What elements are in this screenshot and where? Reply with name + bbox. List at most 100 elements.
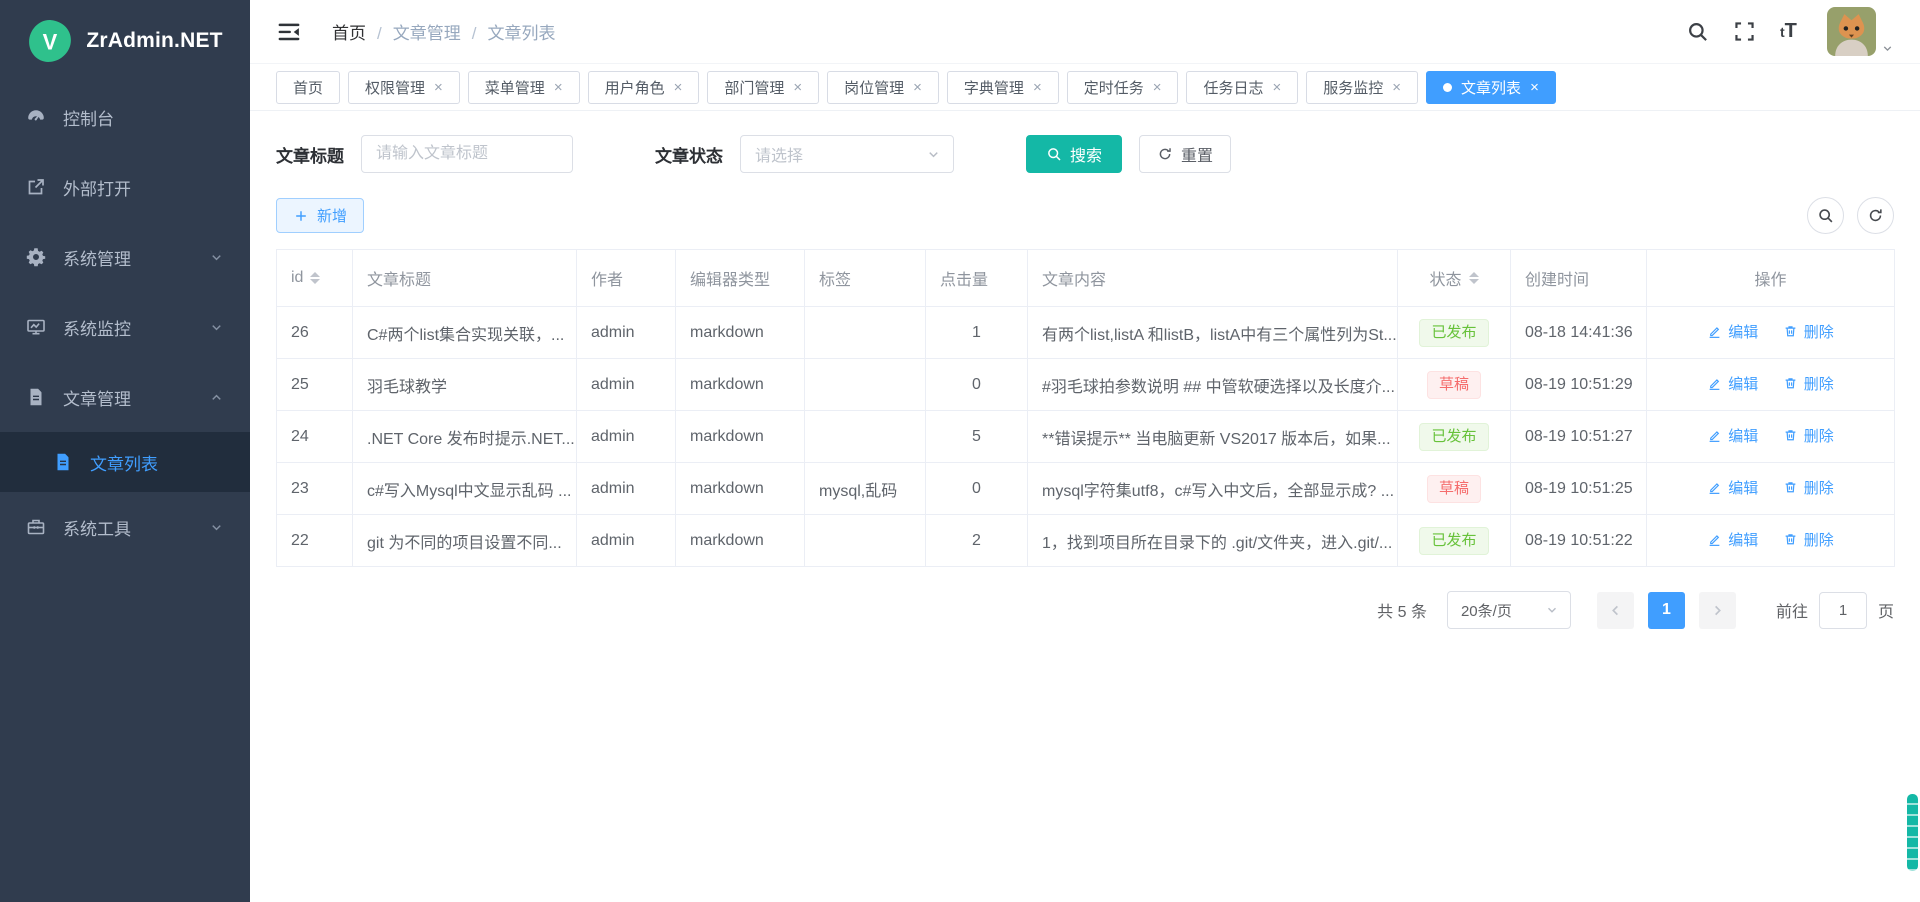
reset-button[interactable]: 重置 bbox=[1139, 135, 1231, 173]
goto-label: 前往 bbox=[1776, 598, 1808, 622]
user-menu[interactable] bbox=[1827, 7, 1894, 56]
close-icon[interactable] bbox=[674, 80, 683, 95]
tab-label: 首页 bbox=[293, 77, 323, 98]
cell-editor-type: markdown bbox=[676, 307, 805, 359]
close-icon[interactable] bbox=[1530, 80, 1539, 95]
delete-button[interactable]: 删除 bbox=[1783, 425, 1834, 446]
sort-carets-icon[interactable] bbox=[1469, 272, 1479, 284]
prev-page-button[interactable] bbox=[1597, 592, 1634, 629]
close-icon[interactable] bbox=[1273, 80, 1282, 95]
cell-editor-type: markdown bbox=[676, 515, 805, 567]
main-area: 首页 文章管理 文章列表 tT 首页 bbox=[250, 0, 1920, 902]
column-header: 状态 bbox=[1398, 250, 1511, 307]
tab[interactable]: 用户角色 bbox=[588, 71, 700, 104]
tab-label: 服务监控 bbox=[1323, 77, 1383, 98]
app-title: ZrAdmin.NET bbox=[86, 29, 222, 53]
breadcrumb: 首页 文章管理 文章列表 bbox=[332, 19, 555, 44]
table-header-row: id 文章标题 bbox=[277, 250, 1895, 307]
close-icon[interactable] bbox=[1033, 80, 1042, 95]
toolbar-right bbox=[1807, 197, 1894, 234]
tab-label: 菜单管理 bbox=[485, 77, 545, 98]
tab[interactable]: 定时任务 bbox=[1067, 71, 1179, 104]
chevron-down-icon bbox=[209, 250, 224, 265]
cell-tags: mysql,乱码 bbox=[805, 463, 926, 515]
delete-icon bbox=[1783, 324, 1798, 339]
scrollbar-thumb[interactable] bbox=[1907, 794, 1918, 871]
cell-hits: 2 bbox=[926, 515, 1028, 567]
close-icon[interactable] bbox=[554, 80, 563, 95]
tab[interactable]: 任务日志 bbox=[1186, 71, 1298, 104]
chevron-down-icon bbox=[209, 520, 224, 535]
edit-button[interactable]: 编辑 bbox=[1707, 477, 1758, 498]
refresh-button[interactable] bbox=[1857, 197, 1894, 234]
cell-title: .NET Core 发布时提示.NET... bbox=[353, 411, 577, 463]
font-size-icon[interactable]: tT bbox=[1780, 20, 1803, 43]
menu-fold-icon[interactable] bbox=[276, 19, 302, 45]
close-icon[interactable] bbox=[434, 80, 443, 95]
cell-tags bbox=[805, 411, 926, 463]
next-page-button[interactable] bbox=[1699, 592, 1736, 629]
cell-tags bbox=[805, 515, 926, 567]
status-badge: 已发布 bbox=[1419, 319, 1488, 347]
delete-button[interactable]: 删除 bbox=[1783, 529, 1834, 550]
total-count: 共 5 条 bbox=[1377, 598, 1427, 622]
breadcrumb-item[interactable]: 文章列表 bbox=[461, 19, 556, 44]
close-icon[interactable] bbox=[793, 80, 802, 95]
status-filter-select[interactable]: 请选择 bbox=[740, 135, 954, 173]
close-icon[interactable] bbox=[913, 80, 922, 95]
edit-button[interactable]: 编辑 bbox=[1707, 373, 1758, 394]
sidebar-item[interactable]: 文章列表 bbox=[0, 432, 250, 492]
close-icon[interactable] bbox=[1392, 80, 1401, 95]
sidebar-item[interactable]: 系统工具 bbox=[0, 492, 250, 562]
avatar[interactable] bbox=[1827, 7, 1876, 56]
column-header: 标签 bbox=[805, 250, 926, 307]
sidebar-item[interactable]: 系统管理 bbox=[0, 222, 250, 292]
search-icon[interactable] bbox=[1686, 20, 1709, 43]
tab[interactable]: 权限管理 bbox=[348, 71, 460, 104]
toggle-search-button[interactable] bbox=[1807, 197, 1844, 234]
title-filter-input[interactable] bbox=[361, 135, 573, 173]
sidebar-item[interactable]: 系统监控 bbox=[0, 292, 250, 362]
tab[interactable]: 字典管理 bbox=[947, 71, 1059, 104]
cell-created: 08-19 10:51:27 bbox=[1511, 411, 1647, 463]
tab[interactable]: 首页 bbox=[276, 71, 340, 104]
sidebar-item[interactable]: 文章管理 bbox=[0, 362, 250, 432]
breadcrumb-item[interactable]: 首页 bbox=[332, 19, 366, 44]
search-button[interactable]: 搜索 bbox=[1026, 135, 1122, 173]
tab[interactable]: 岗位管理 bbox=[827, 71, 939, 104]
tab[interactable]: 文章列表 bbox=[1426, 71, 1556, 104]
tab-label: 定时任务 bbox=[1084, 77, 1144, 98]
column-header: 创建时间 bbox=[1511, 250, 1647, 307]
pagination: 共 5 条 20条/页 1 前往 页 bbox=[276, 591, 1894, 629]
delete-button[interactable]: 删除 bbox=[1783, 477, 1834, 498]
tab[interactable]: 菜单管理 bbox=[468, 71, 580, 104]
page-number-button[interactable]: 1 bbox=[1648, 592, 1685, 629]
tab-bar: 首页 权限管理 菜单管理 用户角色 部门 bbox=[250, 64, 1920, 111]
sidebar-item[interactable]: 外部打开 bbox=[0, 152, 250, 222]
sidebar-item[interactable]: 控制台 bbox=[0, 82, 250, 152]
top-header: 首页 文章管理 文章列表 tT bbox=[250, 0, 1920, 64]
cell-author: admin bbox=[577, 515, 676, 567]
document-icon bbox=[26, 387, 46, 407]
tab[interactable]: 服务监控 bbox=[1306, 71, 1418, 104]
table-row: 26 C#两个list集合实现关联，... admin markdown 1 有… bbox=[277, 307, 1895, 359]
caret-down-icon bbox=[1881, 42, 1894, 55]
cell-content: 有两个list,listA 和listB，listA中有三个属性列为St... bbox=[1028, 307, 1398, 359]
title-filter-label: 文章标题 bbox=[276, 142, 344, 167]
tab-label: 用户角色 bbox=[605, 77, 665, 98]
tab[interactable]: 部门管理 bbox=[707, 71, 819, 104]
sort-carets-icon[interactable] bbox=[310, 272, 320, 284]
delete-button[interactable]: 删除 bbox=[1783, 373, 1834, 394]
breadcrumb-item[interactable]: 文章管理 bbox=[366, 19, 461, 44]
add-button[interactable]: 新增 bbox=[276, 198, 364, 233]
edit-button[interactable]: 编辑 bbox=[1707, 425, 1758, 446]
page-size-select[interactable]: 20条/页 bbox=[1447, 591, 1571, 629]
status-badge: 草稿 bbox=[1427, 475, 1481, 503]
edit-button[interactable]: 编辑 bbox=[1707, 321, 1758, 342]
tab-label: 权限管理 bbox=[365, 77, 425, 98]
fullscreen-icon[interactable] bbox=[1733, 20, 1756, 43]
close-icon[interactable] bbox=[1153, 80, 1162, 95]
delete-button[interactable]: 删除 bbox=[1783, 321, 1834, 342]
edit-button[interactable]: 编辑 bbox=[1707, 529, 1758, 550]
goto-page-input[interactable] bbox=[1819, 592, 1867, 629]
